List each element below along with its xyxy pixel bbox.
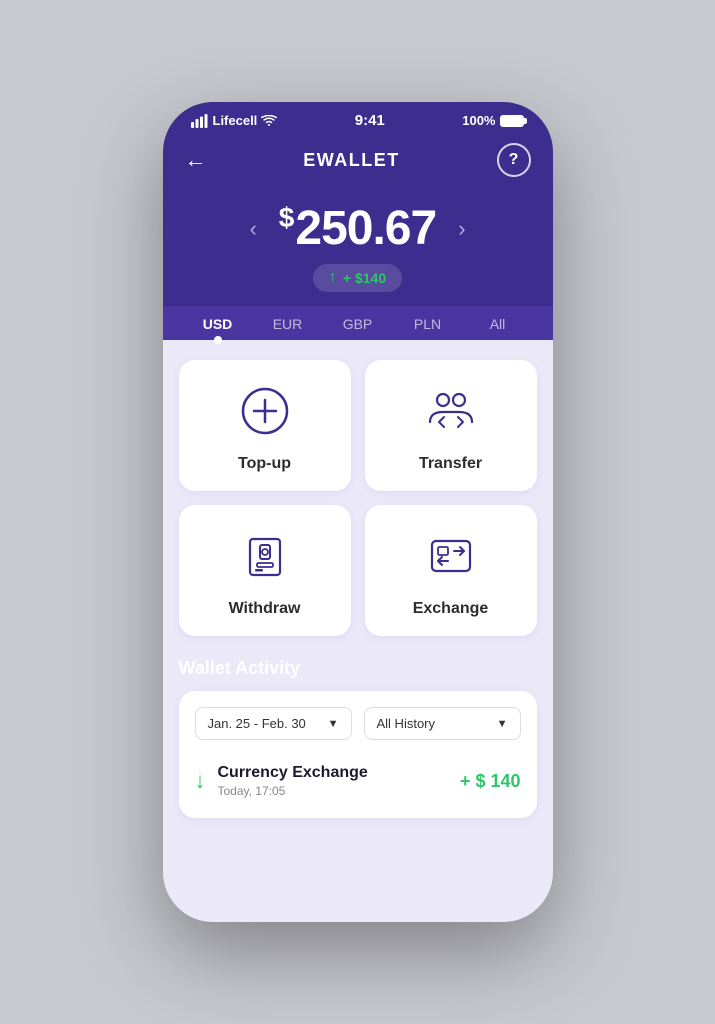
balance-row: ‹ $250.67 › (163, 201, 553, 256)
date-filter-chevron-icon: ▼ (328, 718, 339, 730)
action-grid: Top-up Transfer (179, 360, 537, 636)
main-content: Top-up Transfer (163, 340, 553, 922)
transfer-label: Transfer (419, 455, 482, 473)
wifi-icon (261, 115, 277, 127)
back-button[interactable]: ← (185, 147, 207, 173)
status-left: Lifecell (191, 113, 278, 128)
table-row: ↓ Currency Exchange Today, 17:05 + $ 140 (195, 756, 521, 802)
tab-all[interactable]: All (463, 306, 533, 340)
header: ← EWALLET ? (163, 135, 553, 191)
withdraw-icon (238, 529, 292, 588)
topup-label: Top-up (238, 455, 291, 473)
history-filter-chevron-icon: ▼ (497, 718, 508, 730)
exchange-icon (424, 529, 478, 588)
tab-pln[interactable]: PLN (393, 306, 463, 340)
page-title: EWALLET (303, 150, 400, 171)
tx-title: Currency Exchange (218, 764, 448, 782)
status-bar: Lifecell 9:41 100% (163, 102, 553, 135)
tab-gbp[interactable]: GBP (323, 306, 393, 340)
status-right: 100% (462, 113, 524, 128)
history-filter-label: All History (377, 716, 436, 731)
date-filter-label: Jan. 25 - Feb. 30 (208, 716, 306, 731)
battery-label: 100% (462, 113, 495, 128)
balance-badge: ↑ + $140 (313, 264, 402, 292)
currency-symbol: $ (279, 202, 294, 233)
balance-prev-button[interactable]: ‹ (239, 216, 266, 242)
status-time: 9:41 (355, 112, 385, 129)
date-filter-dropdown[interactable]: Jan. 25 - Feb. 30 ▼ (195, 707, 352, 740)
balance-next-button[interactable]: › (448, 216, 475, 242)
exchange-card[interactable]: Exchange (365, 505, 537, 636)
wallet-activity-title: Wallet Activity (179, 658, 537, 679)
help-button[interactable]: ? (497, 143, 531, 177)
tx-amount: + $ 140 (460, 771, 521, 792)
history-filter-dropdown[interactable]: All History ▼ (364, 707, 521, 740)
tx-direction-icon: ↓ (195, 768, 206, 794)
transfer-icon (424, 384, 478, 443)
exchange-label: Exchange (413, 600, 489, 618)
filter-row: Jan. 25 - Feb. 30 ▼ All History ▼ (195, 707, 521, 740)
activity-card: Jan. 25 - Feb. 30 ▼ All History ▼ ↓ Curr… (179, 691, 537, 818)
balance-section: ‹ $250.67 › ↑ + $140 USD EUR GBP PLN All (163, 191, 553, 340)
badge-amount: + $140 (343, 270, 386, 286)
withdraw-card[interactable]: Withdraw (179, 505, 351, 636)
withdraw-label: Withdraw (229, 600, 301, 618)
carrier-label: Lifecell (213, 113, 258, 128)
badge-arrow-icon: ↑ (329, 269, 337, 287)
balance-amount: $250.67 (279, 201, 436, 256)
wallet-activity-section: Wallet Activity Jan. 25 - Feb. 30 ▼ All … (179, 658, 537, 818)
tab-usd[interactable]: USD (183, 306, 253, 340)
tx-time: Today, 17:05 (218, 784, 448, 798)
tab-eur[interactable]: EUR (253, 306, 323, 340)
tx-info: Currency Exchange Today, 17:05 (218, 764, 448, 798)
topup-icon (238, 384, 292, 443)
battery-icon (500, 115, 524, 127)
topup-card[interactable]: Top-up (179, 360, 351, 491)
currency-tabs: USD EUR GBP PLN All (163, 306, 553, 340)
signal-icon (191, 114, 209, 128)
transfer-card[interactable]: Transfer (365, 360, 537, 491)
phone-shell: Lifecell 9:41 100% ← EWALLET ? ‹ $250 (163, 102, 553, 922)
